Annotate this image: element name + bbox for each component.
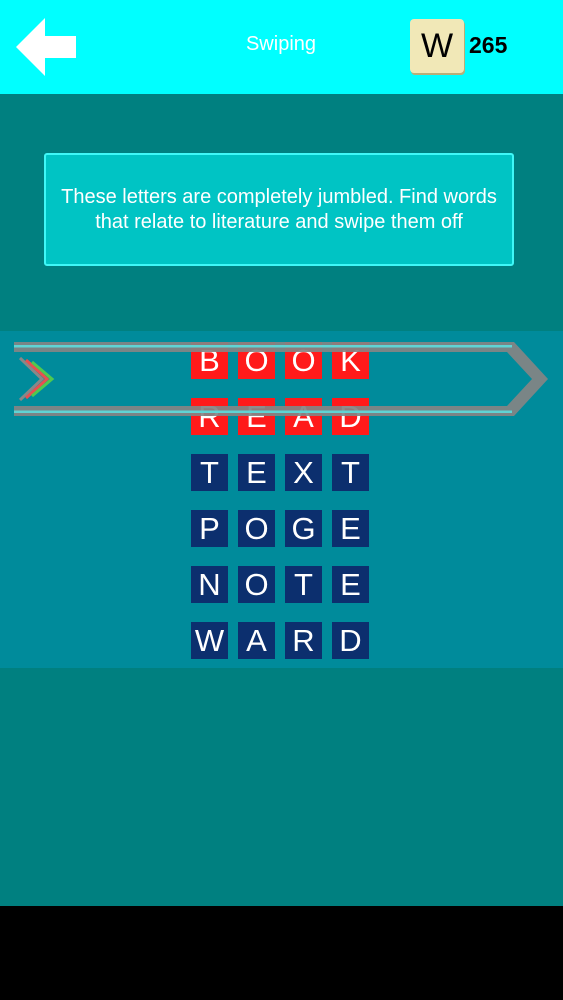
letter-tile: E	[332, 510, 369, 547]
left-arrow-icon	[16, 18, 76, 76]
word-row-6[interactable]: W A R D	[191, 622, 369, 660]
coin-count: 265	[469, 32, 508, 58]
word-row-1[interactable]: B O O K	[191, 342, 369, 380]
letter-tile: R	[285, 622, 322, 659]
letter-tile: E	[238, 398, 275, 435]
instructions-box: These letters are completely jumbled. Fi…	[44, 153, 514, 266]
letter-tile: W	[191, 622, 228, 659]
main-area: These letters are completely jumbled. Fi…	[0, 94, 563, 906]
letter-tile: T	[191, 454, 228, 491]
bottom-bar	[0, 906, 563, 1000]
letter-tile: B	[191, 342, 228, 379]
letter-tile: D	[332, 622, 369, 659]
back-button[interactable]	[14, 14, 80, 80]
letter-tile: P	[191, 510, 228, 547]
word-row-3[interactable]: T E X T	[191, 454, 369, 492]
word-row-5[interactable]: N O T E	[191, 566, 369, 604]
letter-tile: T	[332, 454, 369, 491]
letter-tile: E	[332, 566, 369, 603]
letter-tile: K	[332, 342, 369, 379]
letter-tile: D	[332, 398, 369, 435]
letter-tile: E	[238, 454, 275, 491]
letter-tile: T	[285, 566, 322, 603]
letter-tile: R	[191, 398, 228, 435]
letter-tile: O	[285, 342, 322, 379]
game-screen: Swiping W 265 These letters are complete…	[0, 0, 563, 1000]
letter-tile: X	[285, 454, 322, 491]
letter-tile: A	[285, 398, 322, 435]
top-bar: Swiping W 265	[0, 0, 563, 94]
word-row-4[interactable]: P O G E	[191, 510, 369, 548]
instructions-text: These letters are completely jumbled. Fi…	[61, 185, 497, 233]
letter-tile: O	[238, 566, 275, 603]
page-title: Swiping	[245, 33, 317, 55]
letter-tile: O	[238, 342, 275, 379]
letter-tile: A	[238, 622, 275, 659]
coin-tile-icon: W	[410, 19, 464, 73]
letter-tile: G	[285, 510, 322, 547]
letter-tile: N	[191, 566, 228, 603]
word-row-2[interactable]: R E A D	[191, 398, 369, 436]
letter-tile: O	[238, 510, 275, 547]
word-board: B O O K R E A D T E X T P O G E N O T E …	[0, 331, 563, 668]
